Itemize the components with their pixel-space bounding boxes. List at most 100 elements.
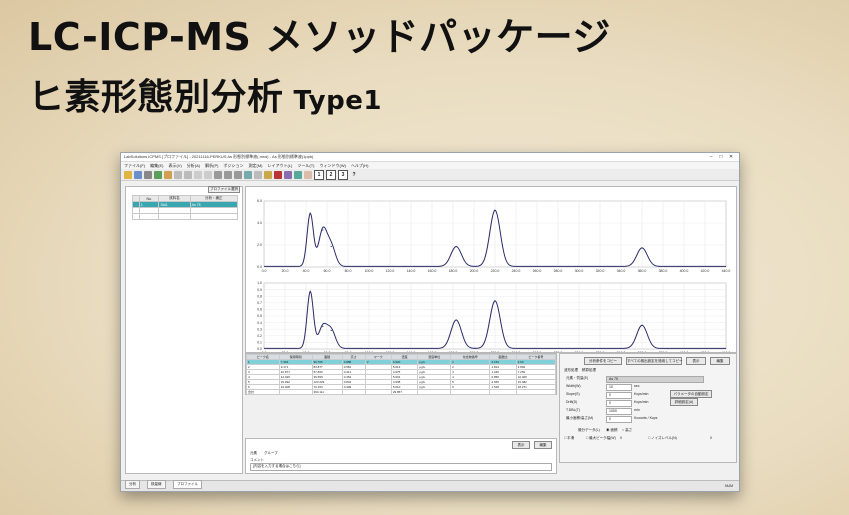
menu-item[interactable]: 測定(M)	[248, 163, 262, 169]
heading-line1: LC-ICP-MS メソッドパッケージ	[28, 15, 611, 59]
view-button[interactable]: 表示	[686, 357, 706, 365]
x-tick-label: 60.0	[324, 269, 331, 273]
chromatogram-chart[interactable]: 0.0 20.0 40.0 60.0 80.0 100.0 120.0 140.0 160.0 1…	[246, 187, 736, 355]
x-tick-label: 120.0	[386, 351, 395, 352]
x-tick-label: 280.0	[554, 351, 563, 352]
report-icon[interactable]	[294, 170, 302, 179]
x-tick-label: 380.0	[659, 351, 668, 352]
cut-icon[interactable]	[194, 170, 202, 179]
menu-item[interactable]: ウィンドウ(W)	[319, 163, 345, 169]
peak-marker	[455, 245, 457, 248]
field-input[interactable]: 0	[606, 400, 632, 407]
tab-analysis[interactable]: 分析	[125, 480, 140, 489]
menu-item[interactable]: 解析(P)	[205, 163, 218, 169]
sample-icon[interactable]	[154, 170, 162, 179]
view2-button[interactable]: 2	[326, 169, 336, 180]
chart-icon[interactable]	[244, 170, 252, 179]
option-area[interactable]: ◉ 面積	[606, 428, 617, 433]
smooth-label: 平滑	[567, 436, 575, 440]
x-tick-label: 80.0	[345, 351, 352, 352]
tab-group[interactable]: グループ	[264, 451, 278, 456]
field-label: Drift(D)	[566, 400, 578, 404]
export-icon[interactable]	[304, 170, 312, 179]
table-row: 合計 394.111 29.857	[246, 389, 557, 395]
results-total-cell: 394.111	[311, 389, 343, 395]
results-table: ピーク名 保持時間 面積 高さ マーク 濃度 濃度単位 化合物番号 面積比 ピーク番号 1 7.394…	[246, 354, 557, 395]
x-tick-label: 160.0	[428, 351, 437, 352]
peak-settings-panel: 分析条件をコピー すべての検出設定を適用してコピー 表示 編集 波形処理 積算処…	[559, 353, 737, 463]
option-height[interactable]: ○ 高さ	[622, 428, 632, 433]
x-tick-label: 360.0	[638, 269, 647, 273]
plot-icon[interactable]	[264, 170, 272, 179]
noise-value[interactable]: 0	[710, 436, 712, 440]
x-tick-label: 320.0	[596, 351, 605, 352]
app-window: LabSolutions ICPMS [プロファイル] - 20211116-P…	[120, 152, 740, 492]
x-tick-label: 260.0	[533, 351, 542, 352]
field-input[interactable]: 10	[606, 384, 632, 391]
grid3-icon[interactable]	[234, 170, 242, 179]
tool-icon[interactable]	[254, 170, 262, 179]
apply-copy-button[interactable]: すべての検出設定を適用してコピー	[626, 357, 683, 365]
open-icon[interactable]	[124, 170, 132, 179]
field-label: Slope(S)	[566, 392, 580, 396]
copy-icon[interactable]	[204, 170, 212, 179]
advanced-button[interactable]: 詳細設定(A)	[670, 398, 698, 406]
close-icon[interactable]: ✕	[726, 154, 736, 160]
grid2-icon[interactable]	[224, 170, 232, 179]
tab-profile[interactable]: プロファイル	[173, 480, 202, 489]
max-width-checkbox[interactable]: □ 最大ピーク幅(W)	[586, 436, 616, 441]
field-label: Width(W)	[566, 384, 581, 388]
bottom-view-button[interactable]: 表示	[512, 441, 530, 449]
calibrate-icon[interactable]	[284, 170, 292, 179]
print-icon[interactable]	[144, 170, 152, 179]
x-tick-label: 380.0	[659, 269, 668, 273]
y-tick-label: 0.5	[257, 314, 262, 318]
memo-input[interactable]: [内容を入力する場合はこちら]	[250, 463, 552, 471]
menu-item[interactable]: レイアウト(L)	[267, 163, 292, 169]
x-tick-label: 140.0	[407, 351, 416, 352]
view3-button[interactable]: 3	[338, 169, 348, 180]
x-tick-label: 340.0	[617, 351, 626, 352]
field-input[interactable]: 0	[606, 392, 632, 399]
tab-waveform[interactable]: 波形処理	[564, 368, 578, 373]
menu-item[interactable]: 編集(E)	[150, 163, 163, 169]
menu-item[interactable]: ファイル(F)	[124, 163, 145, 169]
maximize-icon[interactable]: □	[716, 154, 726, 160]
profile-select-button[interactable]: プロファイル選択	[208, 186, 240, 193]
save-icon[interactable]	[134, 170, 142, 179]
menu-item[interactable]: ヘルプ(H)	[351, 163, 369, 169]
menu-item[interactable]: 分析(A)	[187, 163, 200, 169]
y-tick-label: 6.0	[257, 199, 262, 203]
auto-param-button[interactable]: パラメータの自動設定	[670, 390, 712, 398]
copy-conditions-button[interactable]: 分析条件をコピー	[584, 357, 622, 365]
y-tick-label: 0.2	[257, 334, 262, 338]
edit-button[interactable]: 編集	[710, 357, 730, 365]
bottom-edit-button[interactable]: 編集	[534, 441, 552, 449]
x-tick-label: 440.0	[722, 351, 731, 352]
toolbar: 1 2 3 ?	[121, 169, 739, 181]
help-icon[interactable]: ?	[350, 171, 358, 179]
y-tick-label: 4.0	[257, 221, 262, 225]
max-width-value[interactable]: 0	[620, 436, 622, 440]
smooth-checkbox[interactable]: □ 平滑	[564, 436, 574, 441]
y-tick-label: 0.6	[257, 308, 262, 312]
tab-element[interactable]: 元素	[250, 451, 257, 456]
field-input[interactable]: As 75	[606, 376, 704, 383]
x-tick-label: 400.0	[680, 351, 689, 352]
noise-checkbox[interactable]: □ ノイズレベル(N)	[648, 436, 677, 441]
field-input[interactable]: 1000	[606, 408, 632, 415]
undo-icon[interactable]	[174, 170, 182, 179]
field-input[interactable]: 0	[606, 416, 632, 423]
menu-item[interactable]: ツール(T)	[297, 163, 314, 169]
redo-icon[interactable]	[184, 170, 192, 179]
menu-item[interactable]: 表示(V)	[168, 163, 181, 169]
field-unit: sec	[634, 384, 640, 388]
grid1-icon[interactable]	[214, 170, 222, 179]
view1-button[interactable]: 1	[314, 169, 324, 180]
folder-icon[interactable]	[164, 170, 172, 179]
tab-integration[interactable]: 積算処理	[582, 368, 596, 373]
menu-item[interactable]: ポジション	[223, 163, 243, 169]
tab-calibration[interactable]: 検量線	[147, 480, 166, 489]
minimize-icon[interactable]: –	[706, 154, 716, 160]
measure-icon[interactable]	[274, 170, 282, 179]
